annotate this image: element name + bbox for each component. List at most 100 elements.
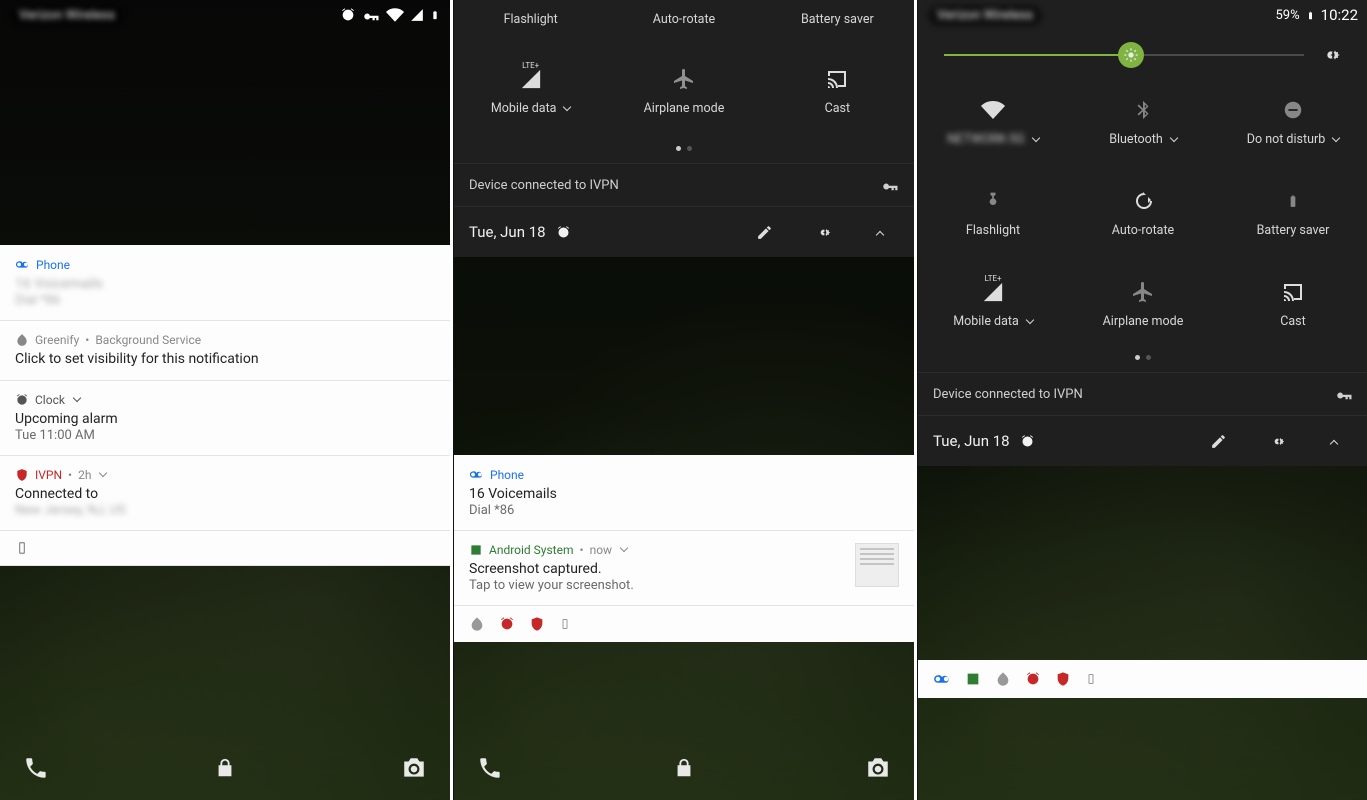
status-bar: Verizon Wireless 59% 10:22 xyxy=(918,0,1367,30)
gear-icon xyxy=(1269,433,1286,450)
phone-shortcut[interactable] xyxy=(476,754,504,782)
brightness-icon xyxy=(1123,47,1139,63)
alarm-icon xyxy=(499,616,515,632)
vpn-key-icon xyxy=(881,176,899,194)
chevron-down-icon[interactable] xyxy=(73,394,81,402)
device-icon xyxy=(1085,671,1097,687)
airplane-icon xyxy=(1131,280,1155,304)
chevron-down-icon[interactable] xyxy=(1032,133,1040,141)
notif-tray-condensed[interactable] xyxy=(918,660,1367,698)
chevron-down-icon[interactable] xyxy=(1170,133,1178,141)
notification-stack: Phone 16 Voicemails Dial *86 Android Sys… xyxy=(454,455,914,642)
edit-tiles-button[interactable] xyxy=(1194,429,1243,454)
signal-icon xyxy=(982,281,1004,303)
chevron-down-icon[interactable] xyxy=(1332,133,1340,141)
phone-shortcut[interactable] xyxy=(22,754,50,782)
battery-icon xyxy=(1306,8,1315,23)
tile-cast[interactable]: Cast xyxy=(1218,272,1367,337)
chevron-up-icon xyxy=(876,231,884,239)
qs-date: Tue, Jun 18 xyxy=(933,432,1010,450)
notif-greenify[interactable]: Greenify•Background Service Click to set… xyxy=(0,321,450,381)
tile-flashlight[interactable]: Flashlight xyxy=(454,4,607,35)
tile-battery-saver[interactable]: Battery saver xyxy=(1218,181,1367,246)
notif-clock[interactable]: Clock Upcoming alarm Tue 11:00 AM xyxy=(0,381,450,456)
page-indicator[interactable] xyxy=(454,134,914,163)
shield-icon xyxy=(15,468,29,482)
dnd-icon xyxy=(1282,99,1304,121)
carrier-label: Verizon Wireless xyxy=(10,5,124,26)
signal-icon xyxy=(410,8,424,22)
qs-footer: Tue, Jun 18 xyxy=(454,206,914,257)
notif-tray-condensed[interactable] xyxy=(454,606,914,642)
settings-button[interactable] xyxy=(799,220,848,245)
wifi-icon xyxy=(386,6,404,24)
status-time: 10:22 xyxy=(1321,6,1358,24)
tile-bluetooth[interactable]: Bluetooth xyxy=(1068,90,1218,155)
tile-airplane-mode[interactable]: Airplane mode xyxy=(1068,272,1218,337)
image-icon xyxy=(469,543,483,557)
battery-pct: 59% xyxy=(1276,8,1300,23)
wifi-icon xyxy=(981,97,1005,123)
notification-stack: Phone 16 Voicemails Dial *86 Greenify•Ba… xyxy=(0,245,450,566)
brightness-knob[interactable] xyxy=(1118,42,1144,68)
tile-flashlight[interactable]: Flashlight xyxy=(918,181,1068,246)
cast-icon xyxy=(825,67,849,91)
edit-tiles-button[interactable] xyxy=(740,220,789,245)
gear-icon xyxy=(1320,44,1342,66)
notif-ivpn[interactable]: IVPN•2h Connected to New Jersey, NJ, US xyxy=(0,456,450,531)
tile-dnd[interactable]: Do not disturb xyxy=(1218,90,1367,155)
quick-settings-panel: Flashlight Auto-rotate Battery saver LTE… xyxy=(454,0,914,257)
rotate-icon xyxy=(1131,189,1155,213)
settings-button[interactable] xyxy=(1253,429,1302,454)
camera-shortcut[interactable] xyxy=(864,754,892,782)
tile-mobile-data[interactable]: LTE+ Mobile data xyxy=(454,59,607,124)
collapse-button[interactable] xyxy=(858,219,899,245)
signal-icon xyxy=(520,68,542,90)
quick-settings-panel: Verizon Wireless 59% 10:22 NETWORK-5G Bl… xyxy=(918,0,1367,466)
page-indicator[interactable] xyxy=(918,343,1367,372)
carrier-label: Verizon Wireless xyxy=(928,5,1042,26)
cast-icon xyxy=(1281,280,1305,304)
lock-bottom-row xyxy=(454,736,914,800)
notif-phone[interactable]: Phone 16 Voicemails Dial *86 xyxy=(0,245,450,321)
tile-auto-rotate[interactable]: Auto-rotate xyxy=(1068,181,1218,246)
tile-battery-saver[interactable]: Battery saver xyxy=(761,4,914,35)
pencil-icon xyxy=(756,224,773,241)
chevron-up-icon xyxy=(1330,440,1338,448)
tile-auto-rotate[interactable]: Auto-rotate xyxy=(607,4,760,35)
airplane-icon xyxy=(672,67,696,91)
brightness-slider[interactable] xyxy=(918,30,1367,70)
vpn-key-icon xyxy=(1335,385,1353,403)
camera-shortcut[interactable] xyxy=(400,754,428,782)
phone-quick-settings-partial: Flashlight Auto-rotate Battery saver LTE… xyxy=(454,0,914,800)
chevron-down-icon[interactable] xyxy=(620,544,628,552)
lock-icon xyxy=(211,754,239,782)
alarm-icon[interactable] xyxy=(556,225,571,240)
voicemail-icon xyxy=(933,670,951,688)
tile-mobile-data[interactable]: LTE+ Mobile data xyxy=(918,272,1068,337)
chevron-down-icon[interactable] xyxy=(563,102,571,110)
collapse-button[interactable] xyxy=(1312,428,1353,454)
notif-phone[interactable]: Phone 16 Voicemails Dial *86 xyxy=(454,455,914,531)
vpn-status-bar[interactable]: Device connected to IVPN xyxy=(454,163,914,206)
pencil-icon xyxy=(1210,433,1227,450)
alarm-icon[interactable] xyxy=(1020,434,1035,449)
notification-stack xyxy=(918,660,1367,698)
vpn-status-bar[interactable]: Device connected to IVPN xyxy=(918,372,1367,415)
image-icon xyxy=(965,671,981,687)
alarm-icon xyxy=(340,7,356,23)
chevron-down-icon[interactable] xyxy=(1026,315,1034,323)
chevron-down-icon[interactable] xyxy=(99,469,107,477)
voicemail-icon xyxy=(15,257,30,272)
tile-cast[interactable]: Cast xyxy=(761,59,914,124)
tile-wifi[interactable]: NETWORK-5G xyxy=(918,90,1068,155)
tile-airplane-mode[interactable]: Airplane mode xyxy=(607,59,760,124)
alarm-icon xyxy=(15,393,29,407)
screenshot-thumbnail[interactable] xyxy=(855,543,899,587)
notif-android-system[interactable]: Android System•now Screenshot captured. … xyxy=(454,531,914,606)
display-settings-button[interactable] xyxy=(1320,44,1342,66)
leaf-icon xyxy=(469,616,485,632)
notif-tray-overflow[interactable] xyxy=(0,531,450,566)
qs-date: Tue, Jun 18 xyxy=(469,223,546,241)
lock-icon xyxy=(670,754,698,782)
